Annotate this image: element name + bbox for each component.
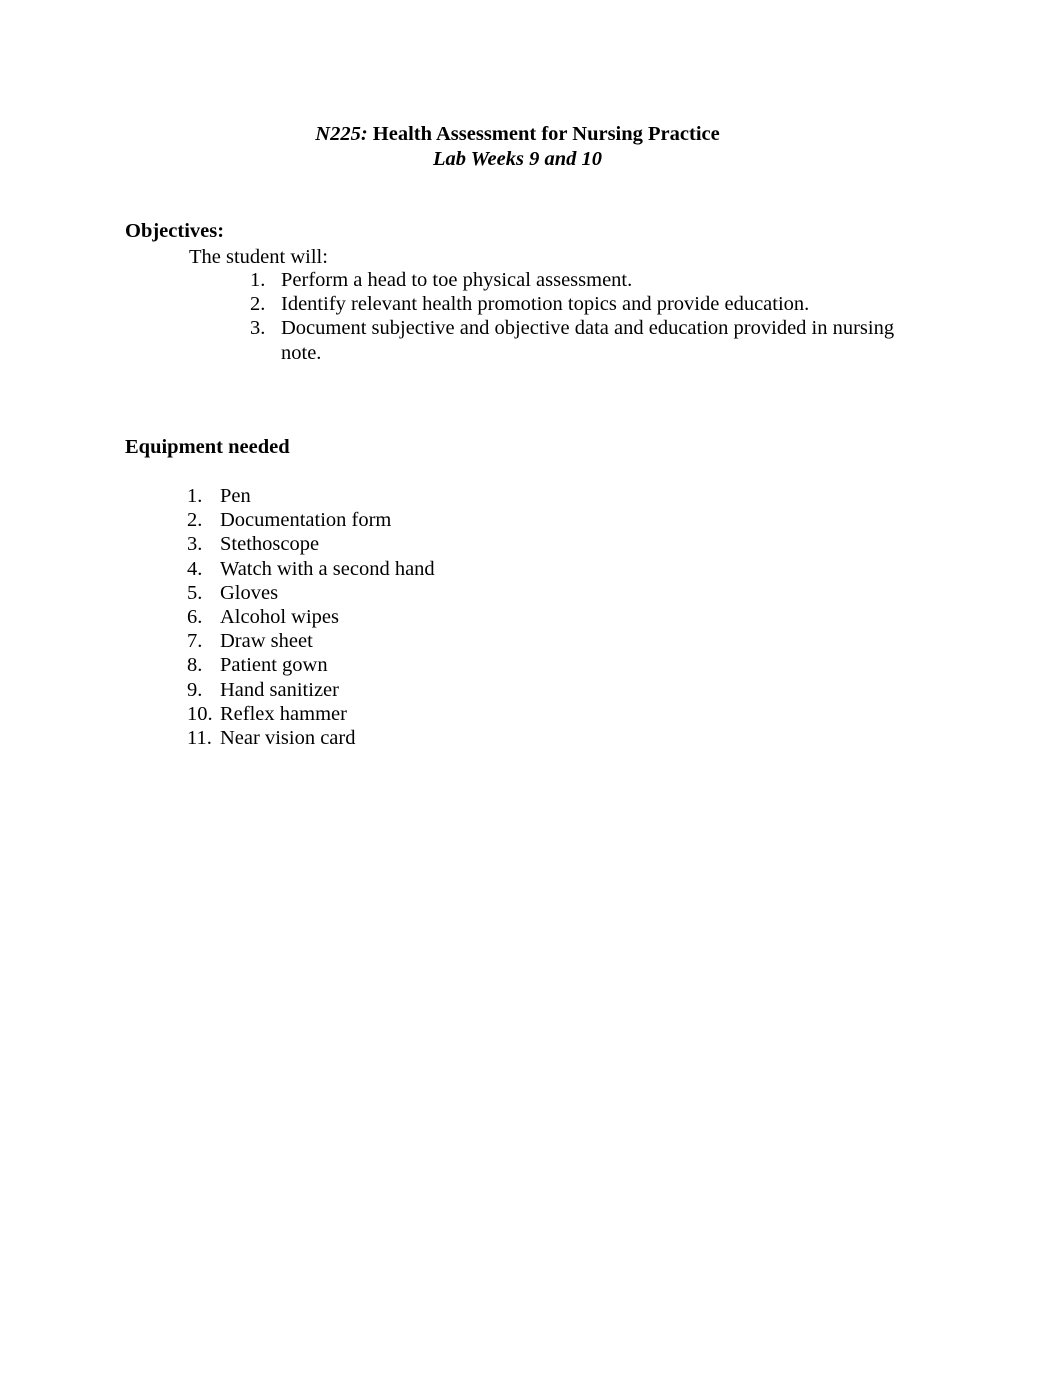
objectives-list-item: 1. Perform a head to toe physical assess… bbox=[250, 268, 910, 292]
equipment-list-item-text: Draw sheet bbox=[220, 630, 313, 653]
document-title-block: N225: Health Assessment for Nursing Prac… bbox=[125, 122, 910, 172]
equipment-list-item-text: Alcohol wipes bbox=[220, 606, 339, 629]
objectives-heading: Objectives: bbox=[125, 220, 225, 242]
equipment-list-item-text: Gloves bbox=[220, 581, 279, 604]
equipment-list-item: 1. Pen bbox=[187, 484, 687, 508]
equipment-list-item: 7. Draw sheet bbox=[187, 629, 687, 653]
equipment-list-item-number: 4. bbox=[187, 557, 203, 580]
objectives-list-item-number: 3. bbox=[250, 317, 266, 340]
equipment-list-item-number: 8. bbox=[187, 654, 203, 677]
equipment-list-item-number: 2. bbox=[187, 509, 203, 532]
equipment-list: 1. Pen 2. Documentation form 3. Stethosc… bbox=[187, 484, 687, 750]
objectives-list: 1. Perform a head to toe physical assess… bbox=[250, 268, 910, 365]
equipment-list-item-text: Hand sanitizer bbox=[220, 678, 339, 701]
equipment-list-item-number: 9. bbox=[187, 678, 203, 701]
objectives-list-item-number: 1. bbox=[250, 269, 266, 291]
equipment-list-item: 6. Alcohol wipes bbox=[187, 605, 687, 629]
equipment-list-item-text: Patient gown bbox=[220, 654, 328, 677]
course-name: Health Assessment for Nursing Practice bbox=[372, 123, 720, 145]
document-page: N225: Health Assessment for Nursing Prac… bbox=[0, 0, 1062, 1377]
equipment-list-item-number: 11. bbox=[187, 727, 212, 750]
equipment-list-item: 8. Patient gown bbox=[187, 653, 687, 677]
equipment-list-item-text: Documentation form bbox=[220, 509, 392, 532]
equipment-list-item: 10. Reflex hammer bbox=[187, 702, 687, 726]
equipment-list-item-number: 7. bbox=[187, 630, 203, 653]
objectives-list-item-text: Perform a head to toe physical assessmen… bbox=[281, 269, 633, 291]
equipment-list-item-text: Pen bbox=[220, 485, 251, 507]
course-code: N225: bbox=[315, 123, 368, 145]
document-title-line-1: N225: Health Assessment for Nursing Prac… bbox=[125, 122, 910, 147]
equipment-list-item-number: 1. bbox=[187, 485, 203, 507]
equipment-list-item-number: 5. bbox=[187, 581, 203, 604]
objectives-list-item-text: Identify relevant health promotion topic… bbox=[281, 293, 810, 316]
equipment-list-item-text: Near vision card bbox=[220, 727, 356, 750]
objectives-list-item-number: 2. bbox=[250, 293, 266, 316]
equipment-heading: Equipment needed bbox=[125, 436, 290, 458]
objectives-lead-in: The student will: bbox=[189, 246, 328, 268]
objectives-list-item: 3. Document subjective and objective dat… bbox=[250, 316, 910, 364]
equipment-list-item-text: Reflex hammer bbox=[220, 702, 347, 725]
document-subtitle: Lab Weeks 9 and 10 bbox=[433, 148, 602, 170]
objectives-list-item-text: Document subjective and objective data a… bbox=[281, 317, 895, 364]
equipment-list-item: 3. Stethoscope bbox=[187, 532, 687, 556]
equipment-list-item: 2. Documentation form bbox=[187, 508, 687, 532]
equipment-list-item: 11. Near vision card bbox=[187, 726, 687, 750]
equipment-list-item-number: 3. bbox=[187, 533, 203, 556]
equipment-list-item: 4. Watch with a second hand bbox=[187, 557, 687, 581]
equipment-list-item-number: 6. bbox=[187, 606, 203, 629]
equipment-list-item-text: Watch with a second hand bbox=[220, 557, 435, 580]
equipment-list-item: 5. Gloves bbox=[187, 581, 687, 605]
equipment-list-item: 9. Hand sanitizer bbox=[187, 678, 687, 702]
objectives-list-item: 2. Identify relevant health promotion to… bbox=[250, 292, 910, 316]
equipment-list-item-number: 10. bbox=[187, 702, 213, 725]
equipment-list-item-text: Stethoscope bbox=[220, 533, 320, 556]
